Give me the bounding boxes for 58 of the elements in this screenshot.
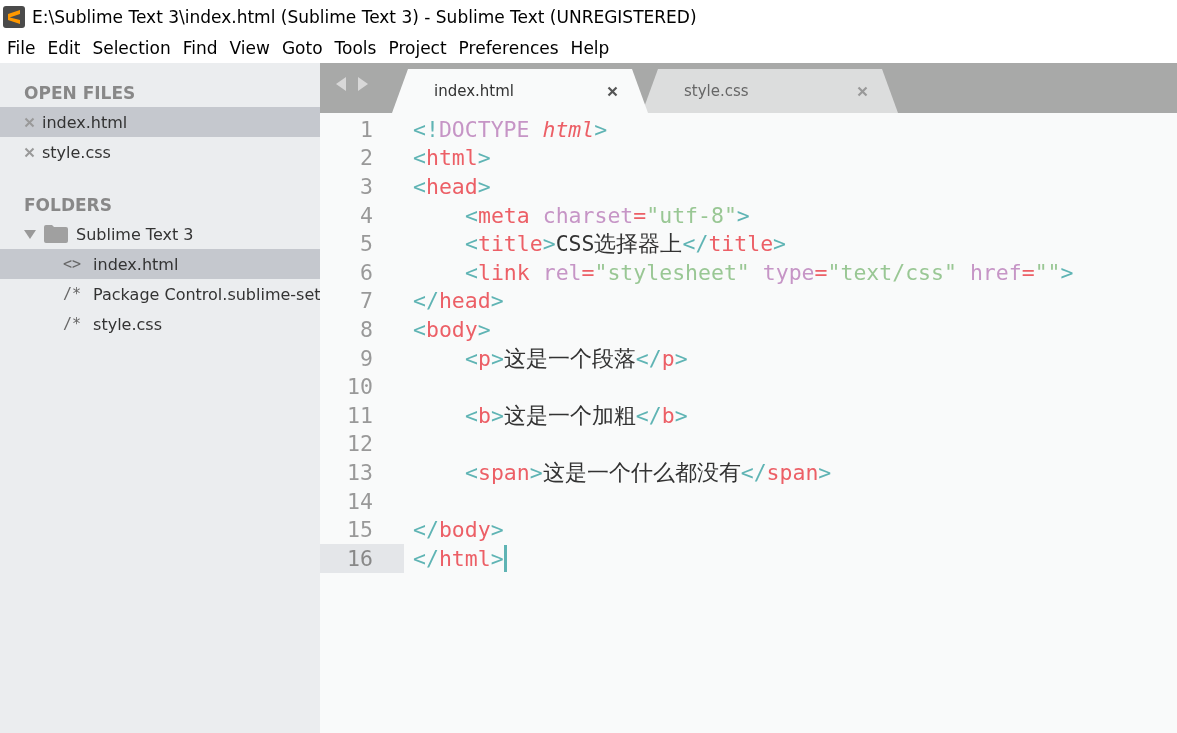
disclosure-triangle-icon[interactable] [24,229,36,239]
code-line: <meta charset="utf-8"> [465,202,750,228]
code-line: <link rel="stylesheet" type="text/css" href=""> [465,259,1074,285]
code-line: <p>这是一个段落</p> [465,344,688,373]
code-line: <html> [413,145,491,171]
line-number: 6 [359,258,374,287]
code-line: <!DOCTYPE html> [413,116,608,142]
line-number: 16 [320,543,404,573]
file-type-icon: /* [63,315,82,333]
menu-item[interactable]: Tools [334,38,377,58]
line-number: 7 [359,287,374,316]
menu-item[interactable]: Project [388,38,447,58]
folder-icon [44,225,68,243]
code-line: <title>CSS选择器上</title> [465,230,787,259]
window-title: E:\Sublime Text 3\index.html (Sublime Text 3) - Sublime Text (UNREGISTERED) [32,6,697,27]
menu-item[interactable]: Selection [92,38,171,58]
folder-file-entry[interactable]: /* style.css [0,309,320,339]
line-number: 3 [359,173,374,201]
line-number: 4 [359,201,374,230]
app-logo-icon [3,5,25,28]
menu-item[interactable]: Help [570,38,610,58]
open-file-item[interactable]: index.html [0,107,320,137]
code-line: <body> [413,316,491,342]
line-number: 1 [359,115,374,144]
file-type-icon: /* [63,285,82,303]
open-file-item[interactable]: style.css [0,137,320,167]
line-number: 9 [359,344,374,373]
close-icon[interactable] [607,85,618,97]
line-number: 13 [346,458,374,487]
sidebar-heading: OPEN FILES [23,83,137,105]
code-line: <b>这是一个加粗</b> [465,401,688,430]
text-cursor [503,544,507,572]
menu-item[interactable]: Find [182,38,218,58]
line-number: 2 [359,144,374,173]
code-line: <span>这是一个什么都没有</span> [465,458,832,487]
line-number: 14 [346,487,374,516]
line-number: 8 [359,315,374,344]
code-line: </html> [413,545,504,571]
sidebar-heading: FOLDERS [23,195,113,217]
menu-item[interactable]: View [229,38,270,58]
line-number: 5 [359,230,374,258]
line-number: 12 [346,430,374,459]
folder-item[interactable]: Sublime Text 3 [0,219,320,249]
menu-item[interactable]: Preferences [458,38,559,58]
menu-item[interactable]: Edit [47,38,81,58]
file-type-icon: <> [63,255,82,273]
code-line: </body> [413,517,504,543]
menu-item[interactable]: File [7,38,36,58]
code-line: </head> [413,288,504,314]
tab-navigation-arrows-icon[interactable] [336,77,370,91]
line-number: 11 [346,401,374,430]
menu-item[interactable]: Goto [281,38,323,58]
line-number: 15 [346,516,374,544]
line-number: 10 [346,373,374,401]
folder-file-entry[interactable]: /* Package Control.sublime-set [0,279,320,309]
folder-file-entry[interactable]: <> index.html [0,249,320,279]
file-tab[interactable]: index.html [392,69,648,113]
code-line: <head> [413,174,491,199]
